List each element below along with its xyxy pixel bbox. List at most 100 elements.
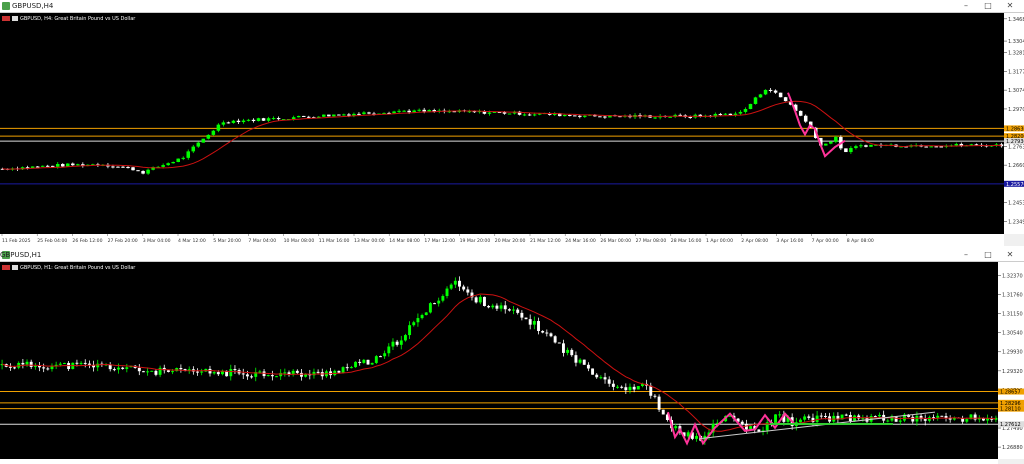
candle-body[interactable] bbox=[391, 341, 395, 347]
candle-body[interactable] bbox=[131, 167, 135, 171]
candle-body[interactable] bbox=[76, 164, 80, 166]
candle-body[interactable] bbox=[141, 171, 145, 174]
price-chart-h4[interactable]: GBPUSD, H4: Great Britain Pound vs US Do… bbox=[0, 13, 1004, 234]
close-icon[interactable]: ✕ bbox=[1002, 0, 1018, 12]
candle-body[interactable] bbox=[295, 370, 299, 373]
candle-body[interactable] bbox=[591, 368, 595, 375]
time-axis-h4[interactable]: 11 Feb 2025 25 Feb 04:00 26 Feb 12:00 27 Fe… bbox=[0, 234, 1004, 246]
candle-body[interactable] bbox=[873, 416, 877, 418]
candle-body[interactable] bbox=[150, 370, 154, 372]
candle-body[interactable] bbox=[241, 373, 245, 375]
candle-body[interactable] bbox=[524, 317, 528, 320]
candle-body[interactable] bbox=[824, 143, 828, 146]
candle-body[interactable] bbox=[939, 146, 944, 148]
candle-body[interactable] bbox=[236, 120, 241, 123]
candle-body[interactable] bbox=[803, 416, 807, 420]
candle-body[interactable] bbox=[270, 375, 274, 377]
candle-body[interactable] bbox=[718, 113, 723, 115]
candle-body[interactable] bbox=[948, 418, 952, 420]
candle-body[interactable] bbox=[171, 162, 175, 164]
candle-body[interactable] bbox=[466, 289, 470, 293]
candle-body[interactable] bbox=[362, 359, 366, 363]
candle-body[interactable] bbox=[929, 146, 933, 148]
candle-body[interactable] bbox=[537, 321, 540, 331]
candle-body[interactable] bbox=[728, 113, 733, 116]
candle-body[interactable] bbox=[653, 395, 657, 397]
candle-body[interactable] bbox=[778, 92, 783, 98]
candle-body[interactable] bbox=[878, 414, 881, 417]
candle-body[interactable] bbox=[807, 416, 811, 418]
candle-body[interactable] bbox=[854, 146, 858, 149]
candle-body[interactable] bbox=[532, 321, 536, 325]
candle-body[interactable] bbox=[66, 163, 70, 167]
candle-body[interactable] bbox=[829, 141, 833, 144]
candle-body[interactable] bbox=[79, 362, 83, 364]
maximize-icon[interactable]: □ bbox=[980, 0, 996, 12]
candle-body[interactable] bbox=[300, 372, 303, 377]
candle-body[interactable] bbox=[241, 120, 246, 123]
candle-body[interactable] bbox=[864, 145, 868, 147]
candle-body[interactable] bbox=[296, 115, 301, 118]
candle-body[interactable] bbox=[358, 361, 362, 363]
candle-body[interactable] bbox=[251, 119, 256, 122]
candle-body[interactable] bbox=[283, 372, 287, 374]
candle-body[interactable] bbox=[116, 166, 120, 168]
candle-body[interactable] bbox=[583, 115, 587, 117]
candle-body[interactable] bbox=[231, 120, 236, 123]
candle-body[interactable] bbox=[768, 89, 773, 91]
candle-body[interactable] bbox=[347, 114, 351, 116]
candle-body[interactable] bbox=[803, 115, 808, 122]
candle-body[interactable] bbox=[636, 386, 640, 390]
candle-body[interactable] bbox=[181, 157, 185, 159]
candle-body[interactable] bbox=[306, 116, 311, 118]
candle-body[interactable] bbox=[327, 114, 331, 117]
zigzag-pattern-line[interactable] bbox=[787, 92, 846, 158]
candle-body[interactable] bbox=[611, 383, 615, 387]
candle-body[interactable] bbox=[616, 386, 619, 388]
candle-body[interactable] bbox=[573, 115, 577, 117]
candle-body[interactable] bbox=[491, 305, 495, 308]
candle-body[interactable] bbox=[844, 148, 848, 153]
candle-body[interactable] bbox=[312, 371, 316, 376]
candle-body[interactable] bbox=[428, 303, 432, 313]
candle-body[interactable] bbox=[815, 415, 819, 422]
candle-body[interactable] bbox=[695, 435, 698, 439]
candle-body[interactable] bbox=[256, 118, 261, 122]
candle-body[interactable] bbox=[211, 130, 216, 135]
candle-body[interactable] bbox=[75, 362, 79, 364]
price-chart-h1[interactable]: GBPUSD, H1: Great Britain Pound vs US Do… bbox=[0, 262, 998, 459]
candle-body[interactable] bbox=[367, 112, 371, 114]
candle-body[interactable] bbox=[541, 330, 545, 333]
candle-body[interactable] bbox=[50, 165, 55, 167]
maximize-icon[interactable]: □ bbox=[980, 249, 996, 261]
candle-body[interactable] bbox=[30, 166, 35, 168]
candle-body[interactable] bbox=[154, 370, 158, 375]
candle-body[interactable] bbox=[62, 362, 66, 364]
candle-body[interactable] bbox=[407, 110, 411, 113]
candle-body[interactable] bbox=[370, 362, 374, 365]
candle-body[interactable] bbox=[823, 415, 827, 417]
candle-body[interactable] bbox=[723, 113, 728, 115]
candle-body[interactable] bbox=[566, 349, 570, 353]
candle-body[interactable] bbox=[568, 114, 572, 116]
candle-body[interactable] bbox=[186, 151, 191, 158]
candle-body[interactable] bbox=[632, 386, 636, 390]
candle-body[interactable] bbox=[482, 296, 486, 307]
candle-body[interactable] bbox=[507, 113, 512, 115]
candle-body[interactable] bbox=[578, 115, 582, 117]
candle-body[interactable] bbox=[332, 114, 336, 117]
candle-body[interactable] bbox=[46, 368, 50, 370]
candle-body[interactable] bbox=[738, 111, 743, 114]
candle-body[interactable] bbox=[578, 359, 582, 363]
candle-body[interactable] bbox=[757, 429, 761, 432]
candle-body[interactable] bbox=[35, 166, 40, 168]
candle-body[interactable] bbox=[229, 369, 233, 377]
candle-body[interactable] bbox=[537, 113, 542, 115]
candle-body[interactable] bbox=[397, 110, 401, 112]
candle-body[interactable] bbox=[417, 109, 421, 111]
candle-body[interactable] bbox=[743, 109, 748, 112]
candle-body[interactable] bbox=[212, 372, 216, 374]
candle-body[interactable] bbox=[562, 114, 567, 117]
candle-body[interactable] bbox=[628, 386, 632, 391]
candle-body[interactable] bbox=[125, 367, 129, 369]
